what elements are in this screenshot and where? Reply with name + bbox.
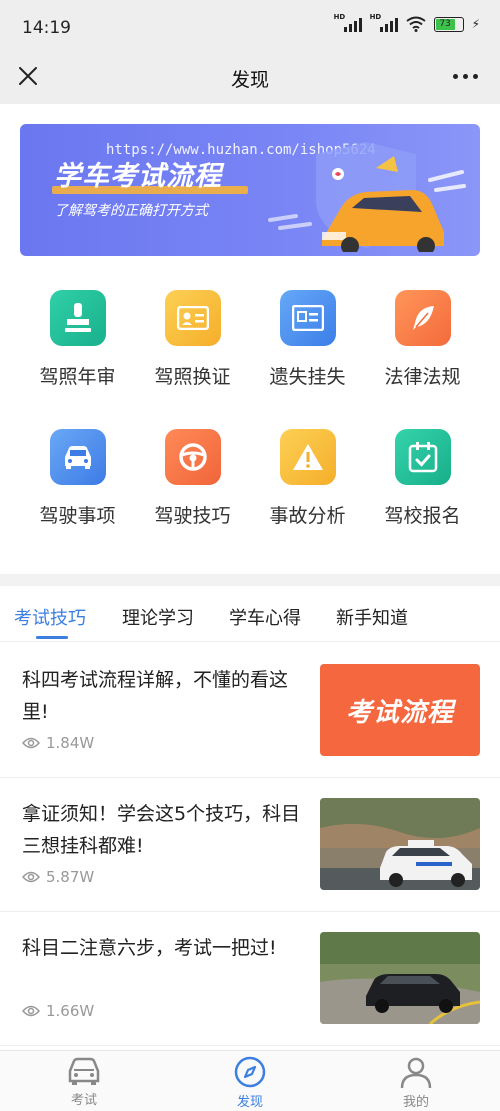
grid-item-driving-notes[interactable]: 驾驶事项 (20, 429, 135, 528)
grid-label: 遗失挂失 (269, 366, 346, 388)
page-title: 发现 (230, 69, 269, 91)
nav-item-exam[interactable]: 考试 (24, 1055, 144, 1108)
section-divider (0, 574, 500, 586)
grid-label: 事故分析 (269, 505, 346, 527)
nav-label: 发现 (236, 1095, 263, 1110)
article-tabs: 考试技巧 理论学习 学车心得 新手知道 (0, 598, 500, 642)
list-item[interactable]: 科目二注意六步，考试一把过! 1.66W (0, 912, 500, 1046)
calendar-check-icon (394, 429, 451, 485)
grid-label: 驾驶事项 (39, 505, 116, 527)
article-thumbnail (320, 798, 480, 890)
grid-item-driving-skills[interactable]: 驾驶技巧 (135, 429, 250, 528)
grid-label: 驾照年审 (39, 366, 116, 388)
promo-banner[interactable]: 学车考试流程 了解驾考的正确打开方式 https://www.huzhan.co… (20, 124, 480, 256)
grid-label: 法律法规 (384, 366, 461, 388)
status-time: 14:19 (22, 18, 71, 38)
tab-exam-tips[interactable]: 考试技巧 (14, 604, 86, 630)
article-thumbnail: 考试流程 (320, 664, 480, 756)
id-card-icon (164, 290, 221, 346)
article-title: 科目二注意六步，考试一把过! (22, 937, 277, 959)
grid-item-school-signup[interactable]: 驾校报名 (365, 429, 480, 528)
grid-item-annual-review[interactable]: 驾照年审 (20, 290, 135, 389)
car-front-icon (68, 1057, 100, 1085)
eye-icon (22, 1005, 40, 1017)
nav-item-discover[interactable]: 发现 (190, 1055, 310, 1110)
tab-theory[interactable]: 理论学习 (122, 604, 194, 630)
status-icons: HD HD 73 ⚡ (334, 13, 480, 32)
compass-icon (234, 1056, 266, 1088)
grid-item-laws[interactable]: 法律法规 (365, 290, 480, 389)
article-views: 1.66W (22, 1002, 94, 1020)
status-bar: 14:19 HD HD 73 ⚡ (0, 0, 500, 52)
banner-subtitle: 了解驾考的正确打开方式 (54, 203, 208, 219)
user-icon (400, 1057, 432, 1089)
grid-label: 驾校报名 (384, 505, 461, 527)
article-views: 5.87W (22, 868, 94, 886)
more-icon[interactable] (453, 74, 478, 79)
bottom-nav: 考试 发现 我的 (0, 1050, 500, 1111)
article-title: 拿证须知！学会这5个技巧，科目三想挂科都难! (22, 803, 301, 857)
license-icon (279, 290, 336, 346)
stamp-icon (49, 290, 106, 346)
article-thumbnail (320, 932, 480, 1024)
eye-icon (22, 737, 40, 749)
article-title: 科四考试流程详解，不懂的看这里! (22, 669, 289, 723)
grid-label: 驾驶技巧 (154, 505, 231, 527)
nav-item-profile[interactable]: 我的 (356, 1055, 476, 1110)
grid-item-license-renewal[interactable]: 驾照换证 (135, 290, 250, 389)
article-views: 1.84W (22, 734, 94, 752)
service-grid: 驾照年审 驾照换证 遗失挂失 法律法规 驾驶事项 驾驶技巧 事故分析 驾校报名 (20, 290, 480, 528)
battery-icon: 73 (433, 16, 464, 32)
warning-icon (279, 429, 336, 485)
feather-icon (394, 290, 451, 346)
grid-item-accident-analysis[interactable]: 事故分析 (250, 429, 365, 528)
thumbnail-text: 考试流程 (345, 697, 454, 728)
grid-label: 驾照换证 (154, 366, 231, 388)
wifi-icon (405, 16, 426, 32)
steering-wheel-icon (164, 429, 221, 485)
signal-icon: HD (334, 13, 362, 32)
nav-label: 我的 (402, 1095, 429, 1110)
tab-newbie[interactable]: 新手知道 (336, 604, 408, 630)
car-icon (49, 429, 106, 485)
nav-bar: 发现 (0, 52, 500, 104)
charging-icon: ⚡ (471, 17, 480, 31)
grid-item-lost-report[interactable]: 遗失挂失 (250, 290, 365, 389)
active-tab-indicator (36, 636, 68, 639)
signal-icon: HD (370, 13, 398, 32)
list-item[interactable]: 科四考试流程详解，不懂的看这里! 1.84W 考试流程 (0, 644, 500, 778)
list-item[interactable]: 拿证须知！学会这5个技巧，科目三想挂科都难! 5.87W (0, 778, 500, 912)
nav-label: 考试 (70, 1093, 97, 1108)
car-illustration (268, 142, 466, 252)
eye-icon (22, 871, 40, 883)
tab-experience[interactable]: 学车心得 (229, 604, 301, 630)
banner-title: 学车考试流程 (54, 161, 222, 192)
